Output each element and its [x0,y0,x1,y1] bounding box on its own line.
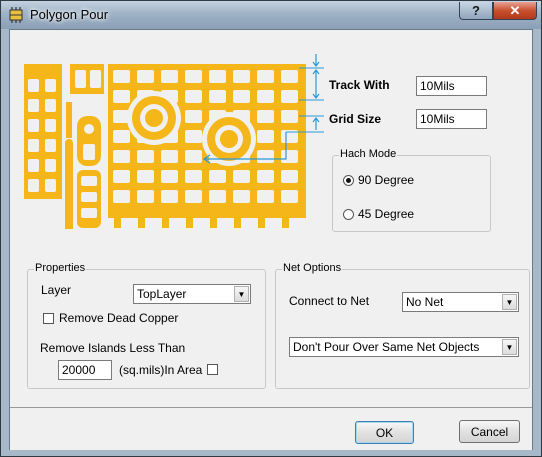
help-button[interactable]: ? [459,2,493,20]
connect-to-net-select[interactable]: No Net ▼ [402,292,519,312]
grid-size-input[interactable]: 10Mils [416,109,487,129]
dialog-body: Track With 10Mils Grid Size 10Mils Hach … [9,29,533,450]
pour-over-select[interactable]: Don't Pour Over Same Net Objects ▼ [289,337,519,357]
hatch-45-radio[interactable] [343,209,354,220]
remove-islands-label: Remove Islands Less Than [40,341,186,355]
title-bar[interactable]: Polygon Pour ? ✕ [1,1,541,29]
button-bar: OK Cancel [10,407,532,450]
layer-label: Layer [41,283,72,297]
track-with-label: Track With [329,78,390,92]
layer-select[interactable]: TopLayer ▼ [133,284,251,304]
islands-unit-label: (sq.mils)In Area [119,363,203,377]
chevron-down-icon: ▼ [502,339,517,355]
remove-dead-copper-label: Remove Dead Copper [59,311,179,325]
grid-size-label: Grid Size [329,112,382,126]
connect-to-net-label: Connect to Net [289,294,370,308]
ok-button[interactable]: OK [355,421,414,444]
hatch-45-label: 45 Degree [358,207,415,221]
properties-title: Properties [34,262,87,274]
islands-area-input[interactable]: 20000 [58,360,112,380]
track-with-input[interactable]: 10Mils [416,76,487,96]
hatch-90-radio[interactable] [343,175,354,186]
polygon-pour-preview-icon [24,54,324,229]
close-icon: ✕ [509,2,521,18]
chevron-down-icon: ▼ [234,286,249,302]
hatch-90-label: 90 Degree [358,173,415,187]
close-button[interactable]: ✕ [493,2,537,20]
pcb-chip-icon [9,7,23,23]
remove-dead-copper-checkbox[interactable] [43,313,54,324]
chevron-down-icon: ▼ [502,294,517,310]
cancel-button[interactable]: Cancel [459,420,520,443]
islands-checkbox[interactable] [207,364,218,375]
net-options-group: Net Options Connect to Net No Net ▼ Don'… [275,262,530,389]
hatch-mode-group: Hach Mode 90 Degree 45 Degree [332,148,491,232]
window-title: Polygon Pour [30,7,109,22]
properties-group: Properties Layer TopLayer ▼ Remove Dead … [27,262,266,389]
net-options-title: Net Options [282,262,343,274]
polygon-pour-dialog: Polygon Pour ? ✕ Track With 10Mils Grid … [0,0,542,457]
hatch-mode-title: Hach Mode [339,148,398,160]
